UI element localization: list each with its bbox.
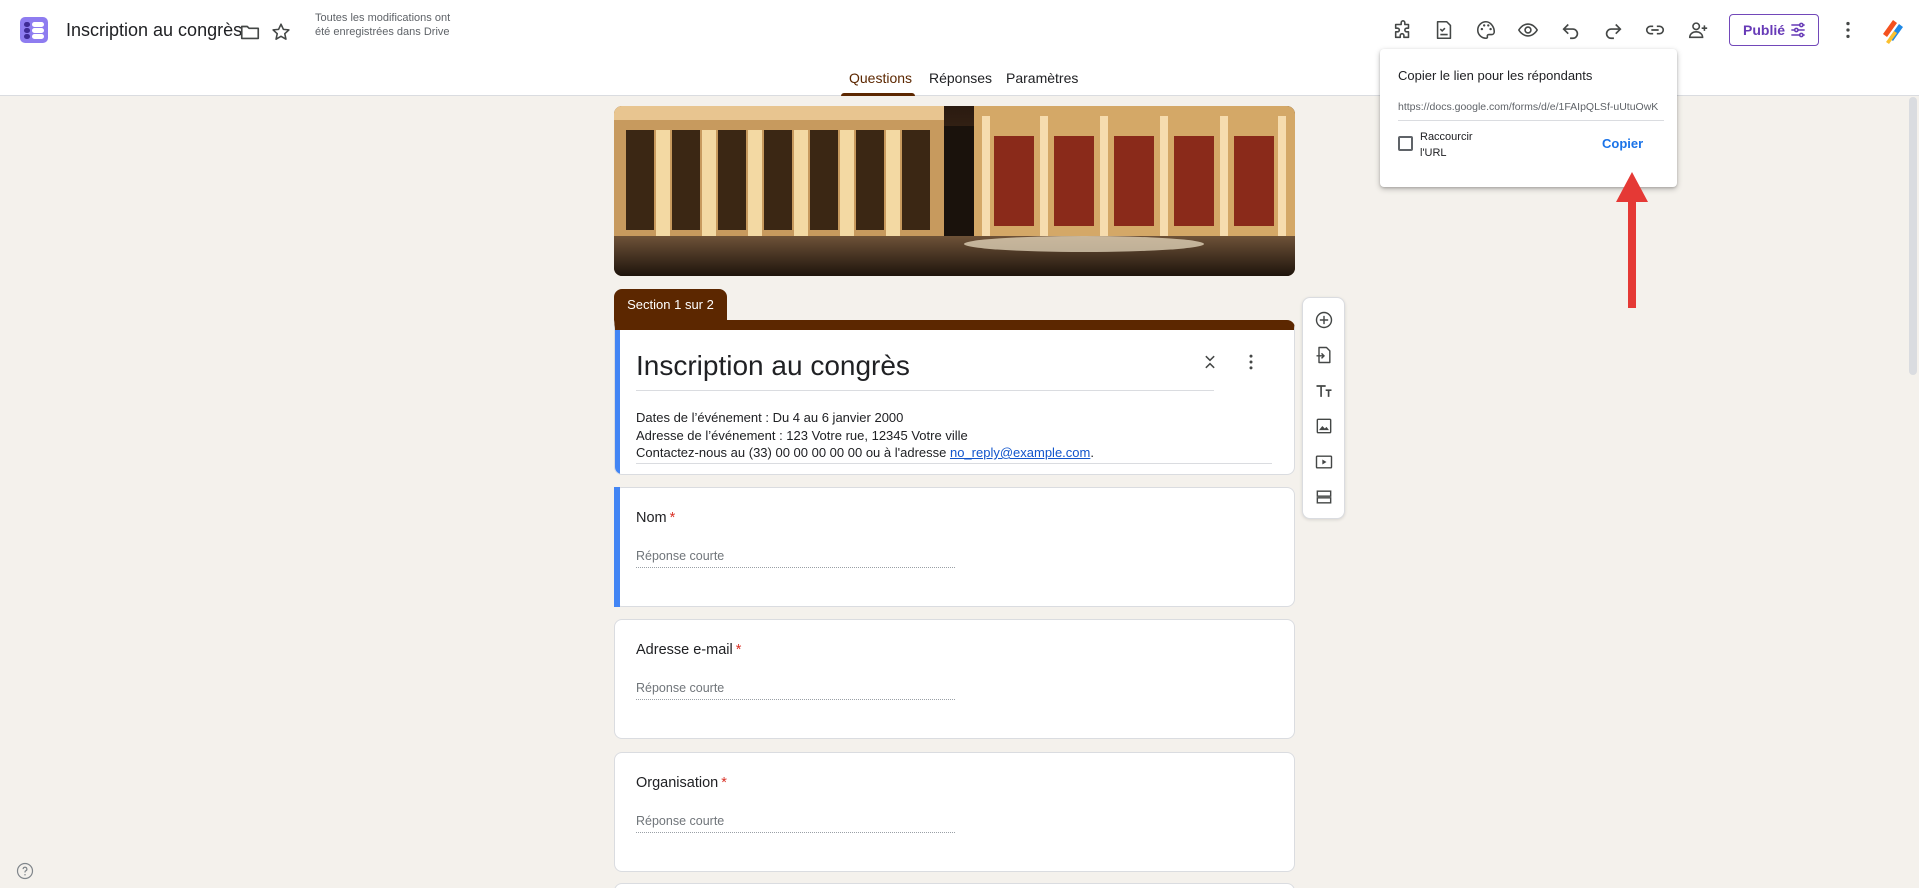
add-video-icon[interactable]	[1312, 450, 1336, 474]
document-title[interactable]: Inscription au congrès	[66, 20, 242, 41]
account-logo-icon[interactable]	[1879, 16, 1907, 44]
question-card-organisation[interactable]: Organisation * Réponse courte	[614, 752, 1295, 872]
star-icon[interactable]	[270, 21, 292, 43]
move-to-folder-icon[interactable]	[239, 21, 261, 43]
question-card-next[interactable]	[614, 883, 1295, 888]
description-dates: Dates de l’événement : Du 4 au 6 janvier…	[636, 410, 904, 425]
floating-toolbar	[1302, 297, 1345, 519]
popup-title: Copier le lien pour les répondants	[1398, 68, 1593, 83]
checklist-icon[interactable]	[1429, 15, 1459, 45]
forms-logo-icon[interactable]	[18, 14, 50, 46]
add-title-icon[interactable]	[1312, 379, 1336, 403]
contact-text: Contactez-nous au (33) 00 00 00 00 00 ou…	[636, 445, 950, 460]
form-description[interactable]: Dates de l’événement : Du 4 au 6 janvier…	[636, 409, 1272, 464]
focus-indicator	[615, 330, 620, 474]
description-contact: Contactez-nous au (33) 00 00 00 00 00 ou…	[636, 444, 1272, 462]
help-icon[interactable]	[16, 862, 34, 880]
question-label: Organisation *	[636, 775, 727, 791]
description-address: Adresse de l’événement : 123 Votre rue, …	[636, 427, 968, 443]
add-image-icon[interactable]	[1312, 414, 1336, 438]
contact-email-link[interactable]: no_reply@example.com	[950, 445, 1090, 460]
import-questions-icon[interactable]	[1312, 343, 1336, 367]
page-scrollbar[interactable]	[1909, 97, 1917, 375]
question-label: Adresse e-mail *	[636, 642, 741, 658]
publish-label: Publié	[1743, 22, 1786, 38]
short-answer-placeholder: Réponse courte	[636, 681, 955, 700]
question-card-email[interactable]: Adresse e-mail * Réponse courte	[614, 619, 1295, 739]
tab-responses[interactable]: Réponses	[929, 68, 992, 96]
short-answer-placeholder: Réponse courte	[636, 814, 955, 833]
tab-questions[interactable]: Questions	[849, 68, 912, 96]
add-section-icon[interactable]	[1312, 485, 1336, 509]
undo-icon[interactable]	[1556, 15, 1586, 45]
copy-link-button[interactable]: Copier	[1602, 136, 1643, 151]
form-header-card[interactable]: Inscription au congrès Dates de l’événem…	[614, 320, 1295, 475]
annotation-arrow	[1616, 172, 1648, 308]
link-icon[interactable]	[1640, 15, 1670, 45]
question-title: Adresse e-mail	[636, 642, 733, 658]
required-marker: *	[669, 510, 676, 526]
add-question-icon[interactable]	[1312, 308, 1336, 332]
more-vert-icon[interactable]	[1833, 15, 1863, 45]
question-title: Nom	[636, 510, 667, 526]
shorten-url-label[interactable]: Raccourcir l'URL	[1420, 129, 1490, 161]
required-marker: *	[735, 642, 742, 658]
save-status: Toutes les modifications ont été enregis…	[315, 12, 451, 38]
question-label: Nom *	[636, 510, 675, 526]
shorten-url-checkbox[interactable]	[1398, 136, 1413, 151]
header-banner-image	[614, 106, 1295, 276]
section-more-icon[interactable]	[1239, 350, 1263, 374]
palette-icon[interactable]	[1471, 15, 1501, 45]
question-title: Organisation	[636, 775, 719, 791]
focus-indicator	[614, 487, 620, 607]
redo-icon[interactable]	[1598, 15, 1628, 45]
preview-icon[interactable]	[1513, 15, 1543, 45]
addons-icon[interactable]	[1388, 15, 1418, 45]
contact-suffix: .	[1090, 445, 1094, 460]
responder-link-url[interactable]: https://docs.google.com/forms/d/e/1FAIpQ…	[1398, 101, 1664, 121]
copy-link-popup: Copier le lien pour les répondants https…	[1380, 49, 1677, 187]
add-person-icon[interactable]	[1683, 15, 1713, 45]
active-tab-indicator	[841, 93, 915, 96]
collapse-section-icon[interactable]	[1198, 350, 1222, 374]
tune-icon	[1791, 22, 1805, 38]
question-card-name[interactable]: Nom * Réponse courte	[614, 487, 1295, 607]
required-marker: *	[721, 775, 727, 791]
tab-settings[interactable]: Paramètres	[1006, 68, 1078, 96]
publish-button[interactable]: Publié	[1729, 14, 1819, 46]
short-answer-placeholder: Réponse courte	[636, 549, 955, 568]
form-title[interactable]: Inscription au congrès	[636, 350, 1214, 391]
section-label: Section 1 sur 2	[614, 289, 727, 320]
